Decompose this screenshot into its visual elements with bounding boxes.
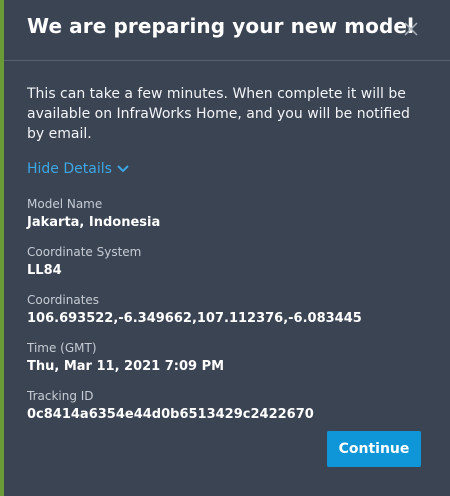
model-preparation-dialog: We are preparing your new model This can… [0,0,450,496]
dialog-header: We are preparing your new model [4,0,450,61]
detail-value: 0c8414a6354e44d0b6513429c2422670 [27,407,314,422]
chevron-down-icon [117,165,129,173]
detail-label: Time (GMT) [27,341,97,355]
details-panel: Model Name Jakarta, Indonesia Coordinate… [27,195,427,435]
accent-bar [0,0,4,496]
detail-label: Model Name [27,197,103,211]
hide-details-label: Hide Details [27,161,112,177]
detail-model-name: Model Name Jakarta, Indonesia [27,195,427,243]
dialog-body: This can take a few minutes. When comple… [27,84,423,144]
detail-value: Thu, Mar 11, 2021 7:09 PM [27,359,225,374]
detail-value: LL84 [27,263,62,278]
detail-coordinate-system: Coordinate System LL84 [27,243,427,291]
dialog-title: We are preparing your new model [27,14,415,38]
hide-details-toggle[interactable]: Hide Details [27,161,129,177]
close-icon [404,22,418,36]
detail-label: Coordinate System [27,245,142,259]
status-message: This can take a few minutes. When comple… [27,86,410,142]
detail-time: Time (GMT) Thu, Mar 11, 2021 7:09 PM [27,339,427,387]
detail-label: Tracking ID [27,389,94,403]
detail-value: Jakarta, Indonesia [27,215,161,230]
close-button[interactable] [402,20,420,38]
detail-label: Coordinates [27,293,100,307]
continue-button[interactable]: Continue [327,431,421,467]
detail-value: 106.693522,-6.349662,107.112376,-6.08344… [27,311,362,326]
detail-coordinates: Coordinates 106.693522,-6.349662,107.112… [27,291,427,339]
detail-tracking-id: Tracking ID 0c8414a6354e44d0b6513429c242… [27,387,427,435]
